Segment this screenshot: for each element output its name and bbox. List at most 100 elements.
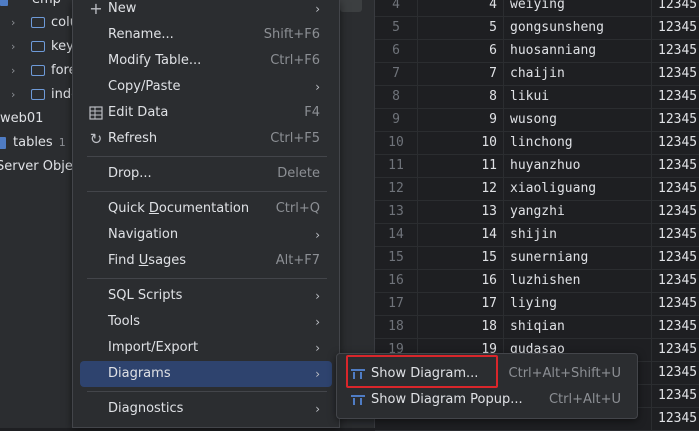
cell-username[interactable]: gongsunsheng xyxy=(503,16,651,39)
folder-icon xyxy=(31,41,45,52)
tables-count: 1 xyxy=(58,136,66,149)
menu-item-drop[interactable]: Drop... Delete xyxy=(80,161,332,187)
cell-id[interactable]: 12 xyxy=(417,177,503,200)
table-row[interactable]: 10 10 linchong 12345 xyxy=(375,131,699,155)
cell-username[interactable]: shiqian xyxy=(503,315,651,338)
cell-password[interactable]: 12345 xyxy=(651,16,699,39)
menu-item-import-export[interactable]: Import/Export › xyxy=(80,335,332,361)
cell-id[interactable]: 10 xyxy=(417,131,503,154)
cell-password[interactable]: 12345 xyxy=(651,384,699,407)
cell-username[interactable]: huyanzhuo xyxy=(503,154,651,177)
cell-password[interactable]: 12345 xyxy=(651,246,699,269)
table-row[interactable]: 11 11 huyanzhuo 12345 xyxy=(375,154,699,178)
cell-id[interactable]: 6 xyxy=(417,39,503,62)
cell-username[interactable]: linchong xyxy=(503,131,651,154)
cell-password[interactable]: 12345 xyxy=(651,131,699,154)
cell-id[interactable]: 7 xyxy=(417,62,503,85)
cell-username[interactable]: chaijin xyxy=(503,62,651,85)
menu-label: Rename... xyxy=(108,27,174,42)
menu-item-new[interactable]: + New › xyxy=(80,0,332,22)
cell-password[interactable]: 12345 xyxy=(651,85,699,108)
menu-item-modify-table[interactable]: Modify Table... Ctrl+F6 xyxy=(80,48,332,74)
menu-item-tools[interactable]: Tools › xyxy=(80,309,332,335)
table-row[interactable]: 6 6 huosanniang 12345 xyxy=(375,39,699,63)
cell-password[interactable]: 12345 xyxy=(651,154,699,177)
table-row[interactable]: 16 16 luzhishen 12345 xyxy=(375,269,699,293)
table-row[interactable]: 14 14 shijin 12345 xyxy=(375,223,699,247)
chevron-right-icon[interactable]: › xyxy=(11,83,21,107)
cell-username[interactable]: weiying xyxy=(503,0,651,16)
cell-id[interactable]: 8 xyxy=(417,85,503,108)
cell-password[interactable]: 12345 xyxy=(651,0,699,16)
table-row[interactable]: 8 8 likui 12345 xyxy=(375,85,699,109)
row-number: 18 xyxy=(388,319,404,334)
menu-item-diagrams[interactable]: Diagrams › xyxy=(80,361,332,387)
menu-item-refresh[interactable]: ↻ Refresh Ctrl+F5 xyxy=(80,126,332,152)
row-number: 7 xyxy=(392,66,400,81)
menu-label: Tools xyxy=(108,314,141,329)
menu-item-quick-documentation[interactable]: Quick Documentation Ctrl+Q xyxy=(80,196,332,222)
cell-username[interactable]: sunerniang xyxy=(503,246,651,269)
cell-password[interactable]: 12345 xyxy=(651,269,699,292)
tree-item-label: Server Objec xyxy=(0,159,81,174)
cell-username[interactable]: luzhishen xyxy=(503,269,651,292)
menu-item-navigation[interactable]: Navigation › xyxy=(80,222,332,248)
cell-username[interactable]: liying xyxy=(503,292,651,315)
row-number: 13 xyxy=(388,204,404,219)
table-row[interactable]: 7 7 chaijin 12345 xyxy=(375,62,699,86)
cell-username[interactable]: likui xyxy=(503,85,651,108)
cell-password[interactable]: 12345 xyxy=(651,315,699,338)
cell-username[interactable]: shijin xyxy=(503,223,651,246)
cell-password[interactable]: 12345 xyxy=(651,292,699,315)
chevron-right-icon[interactable]: › xyxy=(11,11,21,35)
cell-password[interactable]: 12345 xyxy=(651,177,699,200)
table-row[interactable]: 4 4 weiying 12345 xyxy=(375,0,699,17)
cell-username[interactable]: wusong xyxy=(503,108,651,131)
cell-id[interactable]: 11 xyxy=(417,154,503,177)
menu-item-find-usages[interactable]: Find Usages Alt+F7 xyxy=(80,248,332,274)
cell-id[interactable]: 9 xyxy=(417,108,503,131)
cell-username[interactable]: yangzhi xyxy=(503,200,651,223)
menu-item-diagnostics[interactable]: Diagnostics › xyxy=(80,396,332,422)
cell-id[interactable]: 4 xyxy=(417,0,503,16)
table-row[interactable]: 17 17 liying 12345 xyxy=(375,292,699,316)
menu-shortcut: Alt+F7 xyxy=(275,253,320,268)
label-part: Quick xyxy=(108,201,149,216)
cell-id[interactable]: 17 xyxy=(417,292,503,315)
row-number: 14 xyxy=(388,227,404,242)
cell-id[interactable]: 13 xyxy=(417,200,503,223)
table-row[interactable]: 18 18 shiqian 12345 xyxy=(375,315,699,339)
menu-item-sql-scripts[interactable]: SQL Scripts › xyxy=(80,283,332,309)
menu-label: New xyxy=(108,1,137,16)
cell-password[interactable]: 12345 xyxy=(651,338,699,361)
cell-password[interactable]: 12345 xyxy=(651,62,699,85)
cell-id[interactable]: 5 xyxy=(417,16,503,39)
cell-username[interactable]: huosanniang xyxy=(503,39,651,62)
menu-item-show-diagram-popup[interactable]: Show Diagram Popup... Ctrl+Alt+U xyxy=(343,387,631,413)
cell-password[interactable]: 12345 xyxy=(651,407,699,430)
cell-password[interactable]: 12345 xyxy=(651,361,699,384)
chevron-right-icon[interactable]: › xyxy=(11,59,21,83)
table-row[interactable]: 12 12 xiaoliguang 12345 xyxy=(375,177,699,201)
cell-password[interactable]: 12345 xyxy=(651,223,699,246)
cell-password[interactable]: 12345 xyxy=(651,200,699,223)
table-row[interactable]: 5 5 gongsunsheng 12345 xyxy=(375,16,699,40)
menu-item-edit-data[interactable]: Edit Data F4 xyxy=(80,100,332,126)
chevron-right-icon: › xyxy=(315,367,320,381)
table-row[interactable]: 13 13 yangzhi 12345 xyxy=(375,200,699,224)
cell-password[interactable]: 12345 xyxy=(651,39,699,62)
cell-id[interactable]: 18 xyxy=(417,315,503,338)
cell-id[interactable]: 15 xyxy=(417,246,503,269)
table-icon xyxy=(0,0,8,6)
cell-id[interactable]: 14 xyxy=(417,223,503,246)
table-row[interactable]: 9 9 wusong 12345 xyxy=(375,108,699,132)
cell-id[interactable]: 16 xyxy=(417,269,503,292)
chevron-right-icon[interactable]: › xyxy=(11,35,21,59)
tree-scroll-handle[interactable] xyxy=(340,0,362,12)
menu-item-copy-paste[interactable]: Copy/Paste › xyxy=(80,74,332,100)
table-row[interactable]: 15 15 sunerniang 12345 xyxy=(375,246,699,270)
menu-item-rename[interactable]: Rename... Shift+F6 xyxy=(80,22,332,48)
cell-password[interactable]: 12345 xyxy=(651,108,699,131)
cell-username[interactable]: xiaoliguang xyxy=(503,177,651,200)
menu-separator xyxy=(87,278,327,279)
